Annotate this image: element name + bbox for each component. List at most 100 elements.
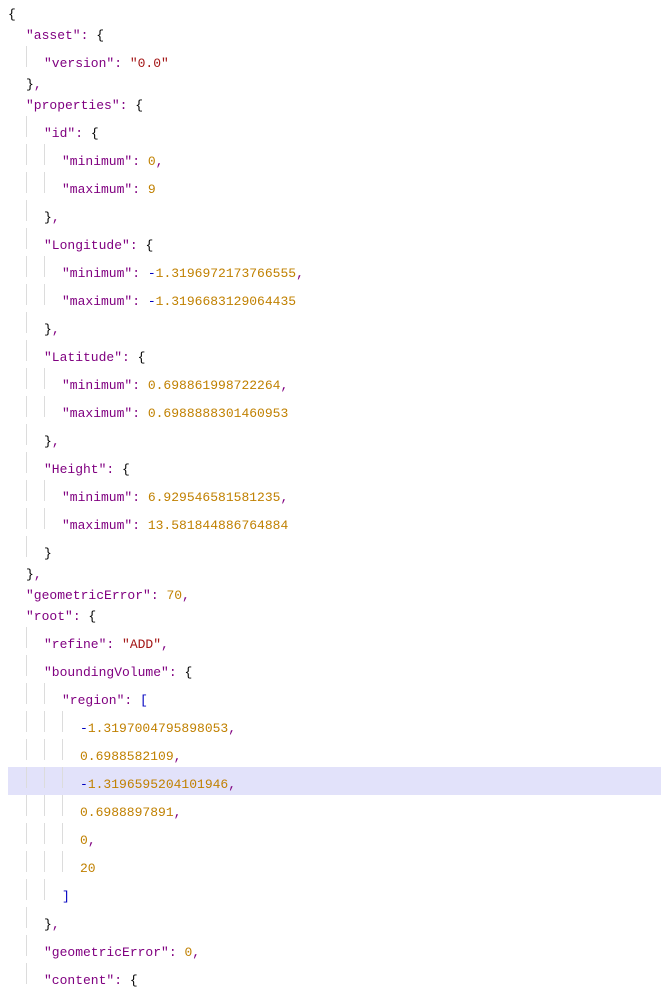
code-line: "root": { bbox=[8, 606, 661, 627]
token: 13.581844886764884 bbox=[148, 518, 288, 533]
token: "boundingVolume" bbox=[44, 665, 169, 680]
code-line: "content": { bbox=[8, 963, 661, 991]
token: 9 bbox=[148, 182, 156, 197]
token: , bbox=[52, 917, 60, 932]
code-line: "properties": { bbox=[8, 95, 661, 116]
token: - bbox=[148, 294, 156, 309]
code-line: "maximum": 9 bbox=[8, 172, 661, 200]
token: "asset" bbox=[26, 28, 81, 43]
token: "maximum" bbox=[62, 518, 132, 533]
token: , bbox=[34, 567, 42, 582]
token: 0.6988897891 bbox=[80, 805, 174, 820]
token: , bbox=[156, 154, 164, 169]
token: "minimum" bbox=[62, 266, 132, 281]
token: : bbox=[132, 490, 148, 505]
code-line: 0.6988897891, bbox=[8, 795, 661, 823]
token: "ADD" bbox=[122, 637, 161, 652]
token: , bbox=[52, 434, 60, 449]
token: 1.3196683129064435 bbox=[156, 294, 296, 309]
token: , bbox=[174, 749, 182, 764]
token: } bbox=[44, 322, 52, 337]
code-line: "region": [ bbox=[8, 683, 661, 711]
token: "Latitude" bbox=[44, 350, 122, 365]
token: 0.6988888301460953 bbox=[148, 406, 288, 421]
code-line: "Height": { bbox=[8, 452, 661, 480]
token: { bbox=[88, 609, 96, 624]
token: : bbox=[75, 126, 91, 141]
code-line: "minimum": 6.929546581581235, bbox=[8, 480, 661, 508]
token: 1.3196972173766555 bbox=[156, 266, 296, 281]
token: "Longitude" bbox=[44, 238, 130, 253]
token: : bbox=[132, 154, 148, 169]
token: } bbox=[44, 917, 52, 932]
code-line: "maximum": 0.6988888301460953 bbox=[8, 396, 661, 424]
token: - bbox=[80, 777, 88, 792]
token: "region" bbox=[62, 693, 124, 708]
token: { bbox=[122, 462, 130, 477]
token: { bbox=[130, 973, 138, 988]
token: , bbox=[174, 805, 182, 820]
token: { bbox=[145, 238, 153, 253]
token: 0.6988582109 bbox=[80, 749, 174, 764]
token: "root" bbox=[26, 609, 73, 624]
code-line: }, bbox=[8, 907, 661, 935]
token: [ bbox=[140, 693, 148, 708]
code-line: "version": "0.0" bbox=[8, 46, 661, 74]
token: "maximum" bbox=[62, 406, 132, 421]
token: "maximum" bbox=[62, 294, 132, 309]
token: } bbox=[44, 434, 52, 449]
code-line: "boundingVolume": { bbox=[8, 655, 661, 683]
token: : bbox=[114, 56, 130, 71]
code-line: 0, bbox=[8, 823, 661, 851]
code-line: { bbox=[8, 4, 661, 25]
json-code-block: {"asset": {"version": "0.0"},"properties… bbox=[0, 0, 661, 995]
token: : bbox=[122, 350, 138, 365]
token: , bbox=[228, 721, 236, 736]
token: , bbox=[280, 378, 288, 393]
code-line: }, bbox=[8, 424, 661, 452]
token: , bbox=[182, 588, 190, 603]
token: 1.3197004795898053 bbox=[88, 721, 228, 736]
code-line: "refine": "ADD", bbox=[8, 627, 661, 655]
token: , bbox=[52, 210, 60, 225]
token: : bbox=[81, 28, 97, 43]
token: "minimum" bbox=[62, 154, 132, 169]
token: : bbox=[132, 518, 148, 533]
code-line: } bbox=[8, 536, 661, 564]
token: "geometricError" bbox=[44, 945, 169, 960]
token: } bbox=[44, 210, 52, 225]
code-line: }, bbox=[8, 200, 661, 228]
token: : bbox=[130, 238, 146, 253]
token: : bbox=[132, 406, 148, 421]
token: } bbox=[26, 77, 34, 92]
code-line: "Longitude": { bbox=[8, 228, 661, 256]
token: "version" bbox=[44, 56, 114, 71]
token: "0.0" bbox=[130, 56, 169, 71]
code-line: "minimum": -1.3196972173766555, bbox=[8, 256, 661, 284]
token: { bbox=[135, 98, 143, 113]
token: 0.698861998722264 bbox=[148, 378, 281, 393]
token: , bbox=[52, 322, 60, 337]
token: "minimum" bbox=[62, 490, 132, 505]
token: : bbox=[132, 294, 148, 309]
code-line: "geometricError": 0, bbox=[8, 935, 661, 963]
token: "maximum" bbox=[62, 182, 132, 197]
code-line: -1.3197004795898053, bbox=[8, 711, 661, 739]
code-line: -1.3196595204101946, bbox=[8, 767, 661, 795]
token: 6.929546581581235 bbox=[148, 490, 281, 505]
token: : bbox=[114, 973, 130, 988]
token: : bbox=[169, 665, 185, 680]
token: : bbox=[151, 588, 167, 603]
token: "content" bbox=[44, 973, 114, 988]
token: { bbox=[8, 7, 16, 22]
token: : bbox=[124, 693, 140, 708]
token: 0 bbox=[80, 833, 88, 848]
token: { bbox=[96, 28, 104, 43]
code-line: }, bbox=[8, 74, 661, 95]
token: , bbox=[228, 777, 236, 792]
token: : bbox=[169, 945, 185, 960]
code-line: "asset": { bbox=[8, 25, 661, 46]
token: "id" bbox=[44, 126, 75, 141]
code-line: "minimum": 0.698861998722264, bbox=[8, 368, 661, 396]
token: , bbox=[296, 266, 304, 281]
